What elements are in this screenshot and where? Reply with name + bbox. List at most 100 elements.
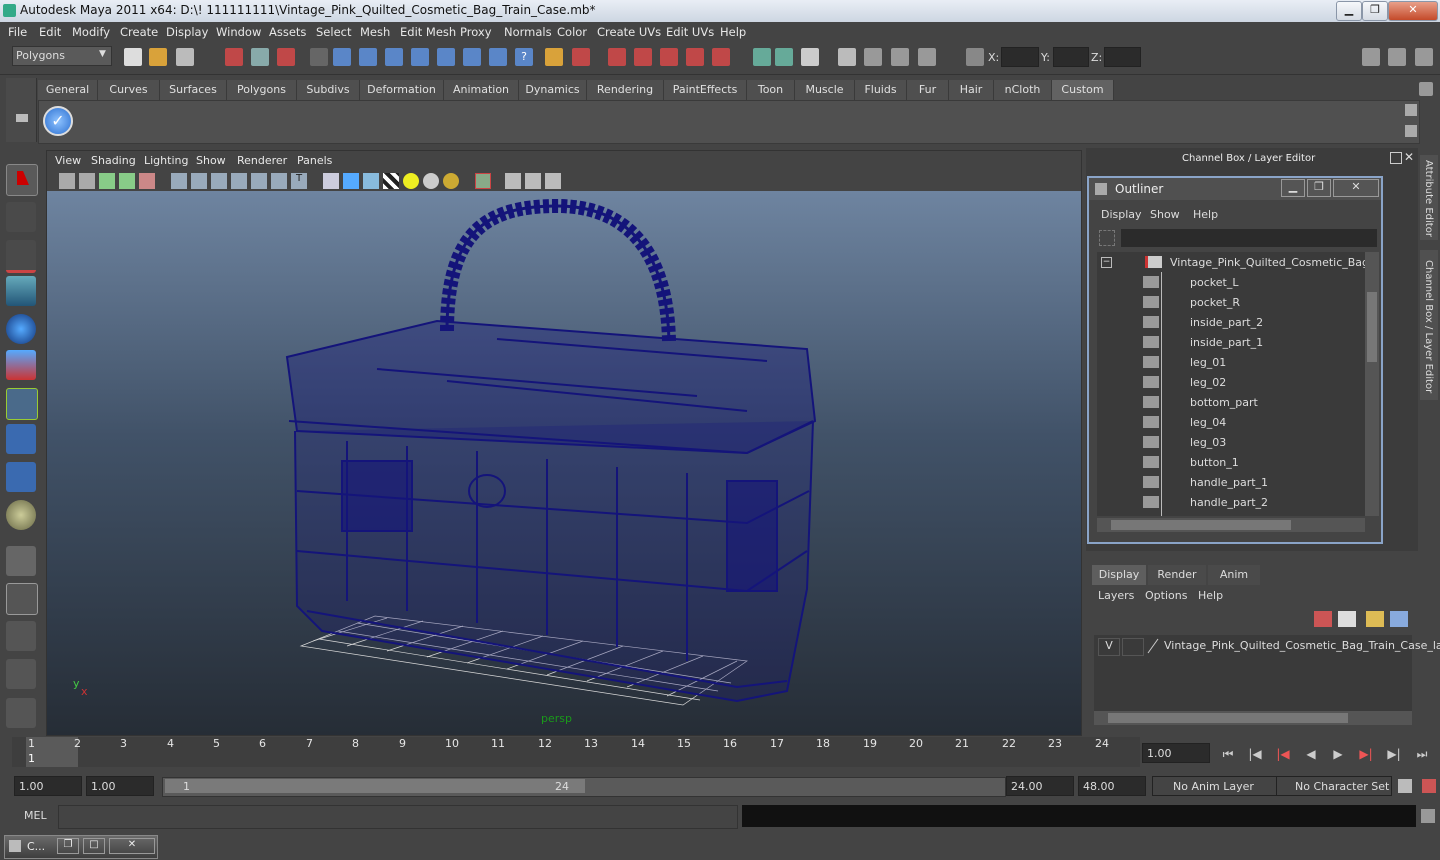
grid-icon[interactable]	[171, 173, 187, 189]
playback-end-field[interactable]: 24.00	[1006, 776, 1074, 796]
scrollbar-thumb[interactable]	[1108, 713, 1348, 723]
hypershade-layout-icon[interactable]	[6, 698, 36, 728]
layer-tab-anim[interactable]: Anim	[1208, 565, 1260, 585]
maximize-button[interactable]: ❐	[1362, 1, 1388, 21]
toggle-tool-settings-icon[interactable]	[1388, 48, 1406, 66]
go-to-start-icon[interactable]: ⏮	[1218, 747, 1238, 765]
checkmark-shelf-icon[interactable]: ✓	[43, 106, 73, 136]
side-tab-attribute-editor[interactable]: Attribute Editor	[1420, 155, 1438, 240]
outliner-item[interactable]: leg_04	[1097, 414, 1365, 434]
new-layer-selected-icon[interactable]	[1390, 611, 1408, 627]
layer-tab-display[interactable]: Display	[1092, 565, 1146, 585]
collapse-icon[interactable]: −	[1101, 257, 1112, 268]
transform-fields-icon[interactable]	[966, 48, 984, 66]
outliner-item[interactable]: pocket_L	[1097, 274, 1365, 294]
layer-color-swatch[interactable]	[1146, 638, 1160, 654]
current-time-field[interactable]: 1.00	[1142, 743, 1210, 763]
tab-animation[interactable]: Animation	[444, 80, 519, 100]
close-panel-icon[interactable]: ✕	[1404, 150, 1414, 164]
menu-mesh[interactable]: Mesh	[360, 25, 390, 39]
tab-rendering[interactable]: Rendering	[587, 80, 664, 100]
layer-menu-options[interactable]: Options	[1145, 589, 1187, 602]
menu-window[interactable]: Window	[216, 25, 261, 39]
x-field[interactable]	[1001, 47, 1039, 67]
shelf-scroll-up-icon[interactable]	[1405, 104, 1417, 116]
close-button[interactable]: ✕	[1388, 1, 1438, 21]
select-component-icon[interactable]	[277, 48, 295, 66]
render-icon[interactable]	[634, 48, 652, 66]
close-minimized-button[interactable]: ✕	[109, 838, 155, 854]
mask-icon[interactable]	[310, 48, 328, 66]
play-backward-icon[interactable]: ◀	[1301, 747, 1321, 765]
shadows-icon[interactable]	[443, 173, 459, 189]
step-back-key-icon[interactable]: |◀	[1273, 747, 1293, 765]
layer-visibility-toggle[interactable]: V	[1098, 638, 1120, 656]
outliner-minimize-button[interactable]: ▁	[1281, 179, 1305, 197]
menu-help[interactable]: Help	[720, 25, 746, 39]
2d-pan-zoom-icon[interactable]	[139, 173, 155, 189]
vp-menu-view[interactable]: View	[55, 154, 81, 167]
camera-attributes-icon[interactable]	[79, 173, 95, 189]
mode-selector[interactable]: Polygons ▼	[12, 46, 112, 66]
tab-fluids[interactable]: Fluids	[855, 80, 907, 100]
lasso-tool-icon[interactable]	[6, 202, 36, 232]
time-slider[interactable]: 1 1 2 3 4 5 6 7 8 9 10 11 12 13 14 15 16…	[12, 737, 1140, 767]
toggle-attribute-editor-icon[interactable]	[1362, 48, 1380, 66]
menu-file[interactable]: File	[8, 25, 27, 39]
menu-select[interactable]: Select	[316, 25, 351, 39]
tab-surfaces[interactable]: Surfaces	[160, 80, 227, 100]
bookmark-icon[interactable]	[99, 173, 115, 189]
outliner-maximize-button[interactable]: ❐	[1307, 179, 1331, 197]
open-scene-icon[interactable]	[149, 48, 167, 66]
go-to-end-icon[interactable]: ⏭	[1412, 747, 1432, 765]
outliner-menu-help[interactable]: Help	[1193, 208, 1218, 221]
tab-subdivs[interactable]: Subdivs	[297, 80, 360, 100]
command-input[interactable]	[58, 805, 738, 829]
tab-toon[interactable]: Toon	[747, 80, 795, 100]
character-set-dropdown[interactable]: No Character Set	[1276, 776, 1392, 796]
vp-menu-lighting[interactable]: Lighting	[144, 154, 188, 167]
outliner-menu-display[interactable]: Display	[1101, 208, 1142, 221]
four-view-layout-icon[interactable]	[6, 583, 38, 615]
step-back-frame-icon[interactable]: |◀	[1245, 747, 1265, 765]
lighting-default-icon[interactable]	[403, 173, 419, 189]
y-field[interactable]	[1053, 47, 1089, 67]
outliner-persp-layout-icon[interactable]	[6, 621, 36, 651]
range-slider-handle[interactable]: 1 24	[165, 779, 585, 793]
vp-menu-show[interactable]: Show	[196, 154, 226, 167]
vp-menu-renderer[interactable]: Renderer	[237, 154, 287, 167]
film-gate-icon[interactable]	[191, 173, 207, 189]
trash-icon[interactable]	[1419, 82, 1433, 96]
input-line-icon[interactable]	[753, 48, 771, 66]
gate-mask-icon[interactable]	[231, 173, 247, 189]
single-perspective-layout-icon[interactable]	[6, 546, 36, 576]
outliner-item[interactable]: bottom_part	[1097, 394, 1365, 414]
range-slider[interactable]: 1 24	[162, 777, 1006, 797]
tab-hair[interactable]: Hair	[949, 80, 994, 100]
outliner-item[interactable]: inside_part_2	[1097, 314, 1365, 334]
outliner-item[interactable]: inside_part_1	[1097, 334, 1365, 354]
vp-menu-panels[interactable]: Panels	[297, 154, 332, 167]
paint-select-tool-icon[interactable]	[6, 240, 36, 273]
wireframe-on-shaded-icon[interactable]	[363, 173, 379, 189]
snap-curve-icon[interactable]	[359, 48, 377, 66]
xray-icon[interactable]	[475, 173, 491, 189]
save-scene-icon[interactable]	[176, 48, 194, 66]
layer-tab-render[interactable]: Render	[1148, 565, 1206, 585]
move-layer-up-icon[interactable]	[1314, 611, 1332, 627]
layer-menu-layers[interactable]: Layers	[1098, 589, 1134, 602]
tab-deformation[interactable]: Deformation	[360, 80, 444, 100]
menu-normals[interactable]: Normals	[504, 25, 552, 39]
scale-tool-icon[interactable]	[6, 350, 36, 380]
layer-horizontal-scrollbar[interactable]	[1094, 711, 1412, 725]
lighting-all-icon[interactable]	[423, 173, 439, 189]
menu-edit[interactable]: Edit	[39, 25, 61, 39]
snap-surface-icon[interactable]	[437, 48, 455, 66]
outliner-item[interactable]: leg_03	[1097, 434, 1365, 454]
outliner-close-button[interactable]: ✕	[1333, 179, 1379, 197]
outliner-item[interactable]: leg_01	[1097, 354, 1365, 374]
new-scene-icon[interactable]	[124, 48, 142, 66]
preferences-icon[interactable]	[1422, 779, 1436, 793]
hypershade-icon[interactable]	[712, 48, 730, 66]
menu-assets[interactable]: Assets	[269, 25, 306, 39]
